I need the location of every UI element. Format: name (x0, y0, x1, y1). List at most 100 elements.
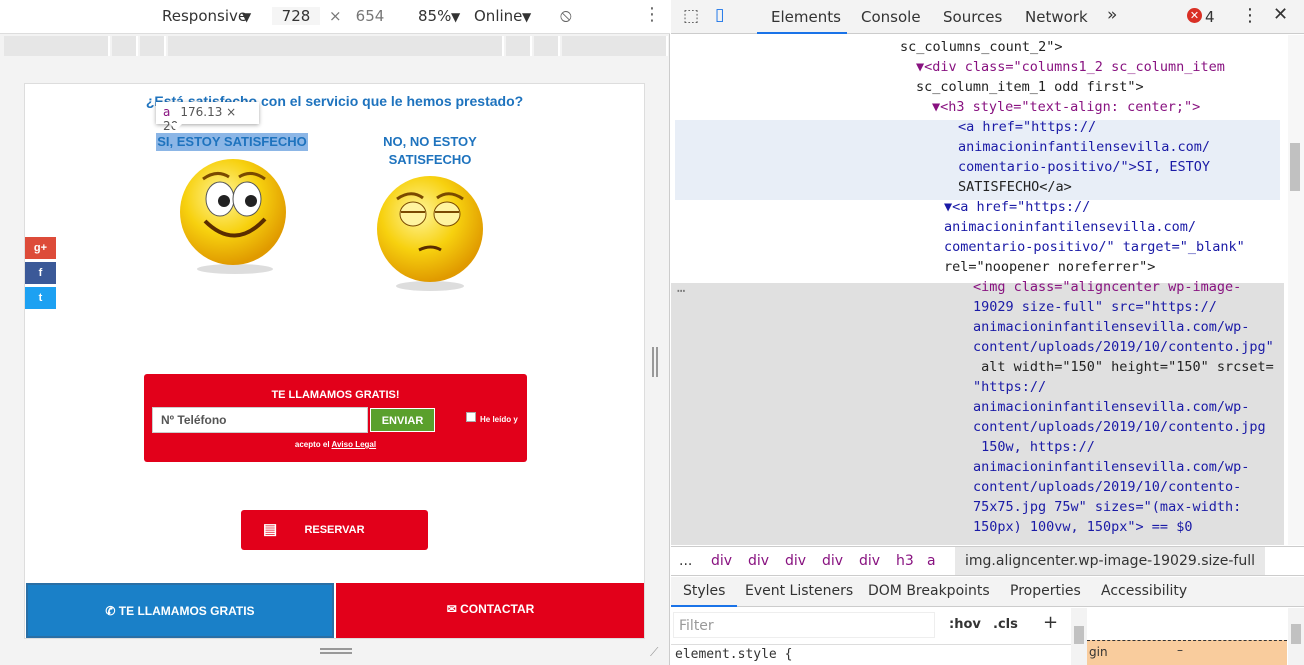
dom-code-line[interactable]: animacioninfantilensevilla.com/wp- (973, 397, 1249, 417)
dom-code-line[interactable]: animacioninfantilensevilla.com/wp- (973, 457, 1249, 477)
dom-scrollbar[interactable] (1288, 35, 1304, 545)
rotate-icon[interactable]: ⦸ (560, 5, 572, 26)
zoom-select[interactable]: 85% (418, 7, 451, 25)
tab-styles[interactable]: Styles (671, 577, 738, 607)
dom-code-line[interactable]: comentario-positivo/" target="_blank" (944, 237, 1245, 257)
dom-code-line[interactable]: animacioninfantilensevilla.com/ (958, 137, 1210, 157)
dom-code-line[interactable]: rel="noopener noreferrer"> (944, 257, 1155, 277)
dom-code-line[interactable]: 75x75.jpg 75w" sizes="(max-width: (973, 497, 1241, 517)
twitter-share-button[interactable]: t (25, 287, 56, 309)
facebook-share-button[interactable]: f (25, 262, 56, 284)
dom-code-line[interactable]: content/uploads/2019/10/contento.jpg" (973, 337, 1274, 357)
devtools-toolbar: ⬚ ▯ Elements Console Sources Network » ✕… (671, 0, 1304, 34)
reserve-label: RESERVAR (304, 524, 365, 536)
more-options-icon[interactable]: ⋮ (643, 4, 661, 25)
breadcrumb-item[interactable]: div (711, 553, 732, 569)
breadcrumb-item[interactable]: ... (679, 553, 692, 569)
dom-code-line[interactable]: SATISFECHO</a> (958, 177, 1072, 197)
contact-label: CONTACTAR (460, 602, 535, 616)
google-plus-share-button[interactable]: g+ (25, 237, 56, 259)
dom-code-line[interactable]: content/uploads/2019/10/contento.jpg (973, 417, 1266, 437)
dom-code-line[interactable]: sc_columns_count_2"> (900, 37, 1063, 57)
satisfied-link[interactable]: SI, ESTOY SATISFECHO (156, 133, 308, 151)
dom-code-line[interactable]: ▼<div class="columns1_2 sc_column_item (916, 57, 1225, 77)
times-sign: × (329, 7, 342, 25)
inspect-tooltip: a 176.13 × 20 (156, 102, 259, 133)
right-scrollbar[interactable] (1288, 608, 1304, 665)
media-query-ruler[interactable] (0, 36, 670, 56)
tab-properties[interactable]: Properties (1010, 583, 1081, 599)
margin-value: – (1177, 643, 1183, 657)
resize-handle-right[interactable] (652, 347, 658, 377)
dom-code-line[interactable]: <img class="aligncenter wp-image- (973, 277, 1241, 297)
breadcrumb-item[interactable]: div (859, 553, 880, 569)
element-style-rule[interactable]: element.style { (675, 647, 792, 662)
legal-checkbox[interactable] (466, 412, 476, 422)
dom-code-line[interactable]: 150px) 100vw, 150px"> == $0 (973, 517, 1192, 537)
dom-code-line[interactable]: ▼<h3 style="text-align: center;"> (932, 97, 1200, 117)
dom-code-line[interactable]: "https:// (973, 377, 1046, 397)
tab-sources[interactable]: Sources (943, 8, 1002, 26)
happy-face-icon[interactable] (175, 159, 295, 279)
width-input[interactable]: 728 (272, 7, 320, 25)
breadcrumb-item[interactable]: div (822, 553, 843, 569)
device-toggle-icon[interactable]: ▯ (715, 5, 724, 25)
call-free-button[interactable]: ✆ TE LLAMAMOS GRATIS (26, 583, 334, 638)
tab-event-listeners[interactable]: Event Listeners (745, 583, 853, 599)
more-tabs-icon[interactable]: » (1107, 5, 1117, 25)
legal-link[interactable]: Aviso Legal (332, 440, 377, 449)
chevron-down-icon: ▼ (242, 10, 252, 24)
not-satisfied-link[interactable]: NO, NO ESTOY SATISFECHO (365, 133, 495, 169)
phone-icon: ✆ (105, 604, 119, 618)
dom-code-line[interactable]: sc_column_item_1 odd first"> (916, 77, 1144, 97)
dom-code-line[interactable]: animacioninfantilensevilla.com/ (944, 217, 1196, 237)
device-toolbar: Responsive ▼ 728 × 654 85% ▼ Online ▼ ⦸ … (0, 0, 670, 34)
new-style-rule-icon[interactable]: + (1043, 612, 1058, 633)
tab-console[interactable]: Console (861, 8, 921, 26)
unhappy-face-icon[interactable] (375, 174, 485, 294)
network-select[interactable]: Online (474, 7, 522, 25)
breadcrumb-item[interactable]: h3 (896, 553, 914, 569)
settings-menu-icon[interactable]: ⋮ (1241, 5, 1259, 26)
tab-accessibility[interactable]: Accessibility (1101, 583, 1187, 599)
checkbox-label: He leído y (480, 415, 518, 424)
contact-button[interactable]: ✉ CONTACTAR (336, 583, 644, 638)
tab-network[interactable]: Network (1025, 8, 1088, 26)
dom-code-line[interactable]: comentario-positivo/">SI, ESTOY (958, 157, 1210, 177)
hov-toggle[interactable]: :hov (949, 617, 981, 632)
dom-code-line[interactable]: alt width="150" height="150" srcset= (973, 357, 1274, 377)
dom-code-line[interactable]: ▼<a href="https:// (944, 197, 1090, 217)
dom-code-line[interactable]: animacioninfantilensevilla.com/wp- (973, 317, 1249, 337)
resize-handle-bottom[interactable] (320, 648, 352, 654)
send-button[interactable]: ENVIAR (370, 408, 435, 432)
breadcrumb: ... div div div div div h3 a img.alignce… (671, 546, 1304, 576)
breadcrumb-item-selected[interactable]: img.aligncenter.wp-image-19029.size-full (955, 547, 1266, 575)
dom-code-line[interactable]: <a href="https:// (958, 117, 1096, 137)
tab-dom-breakpoints[interactable]: DOM Breakpoints (868, 583, 990, 599)
inspect-element-icon[interactable]: ⬚ (683, 6, 699, 26)
node-ellipsis-icon[interactable]: ⋯ (677, 281, 685, 301)
breadcrumb-item[interactable]: div (748, 553, 769, 569)
dom-code-line[interactable]: 19029 size-full" src="https:// (973, 297, 1217, 317)
breadcrumb-item[interactable]: div (785, 553, 806, 569)
phone-input[interactable]: Nº Teléfono (152, 407, 368, 433)
height-input[interactable]: 654 (346, 7, 394, 25)
filter-input[interactable]: Filter (673, 612, 935, 638)
error-count[interactable]: 4 (1205, 8, 1215, 26)
page-viewport: ¿Está satisfecho con el servicio que le … (24, 83, 645, 639)
dom-code-line[interactable]: content/uploads/2019/10/contento- (973, 477, 1241, 497)
tooltip-tag: a (163, 105, 171, 119)
tab-elements[interactable]: Elements (757, 0, 847, 34)
chevron-down-icon: ▼ (522, 10, 532, 24)
styles-scrollbar[interactable] (1071, 608, 1087, 665)
legal-text: acepto el Aviso Legal (144, 440, 527, 449)
chevron-down-icon: ▼ (451, 10, 461, 24)
reserve-button[interactable]: ▤ RESERVAR (241, 510, 428, 550)
cls-toggle[interactable]: .cls (993, 617, 1018, 632)
resize-corner-icon[interactable]: ⟋ (650, 645, 658, 660)
device-mode-select[interactable]: Responsive (162, 7, 247, 25)
dom-code-line[interactable]: 150w, https:// (973, 437, 1095, 457)
breadcrumb-item[interactable]: a (927, 553, 936, 569)
close-icon[interactable]: ✕ (1273, 4, 1288, 25)
error-icon[interactable]: ✕ (1187, 8, 1202, 23)
